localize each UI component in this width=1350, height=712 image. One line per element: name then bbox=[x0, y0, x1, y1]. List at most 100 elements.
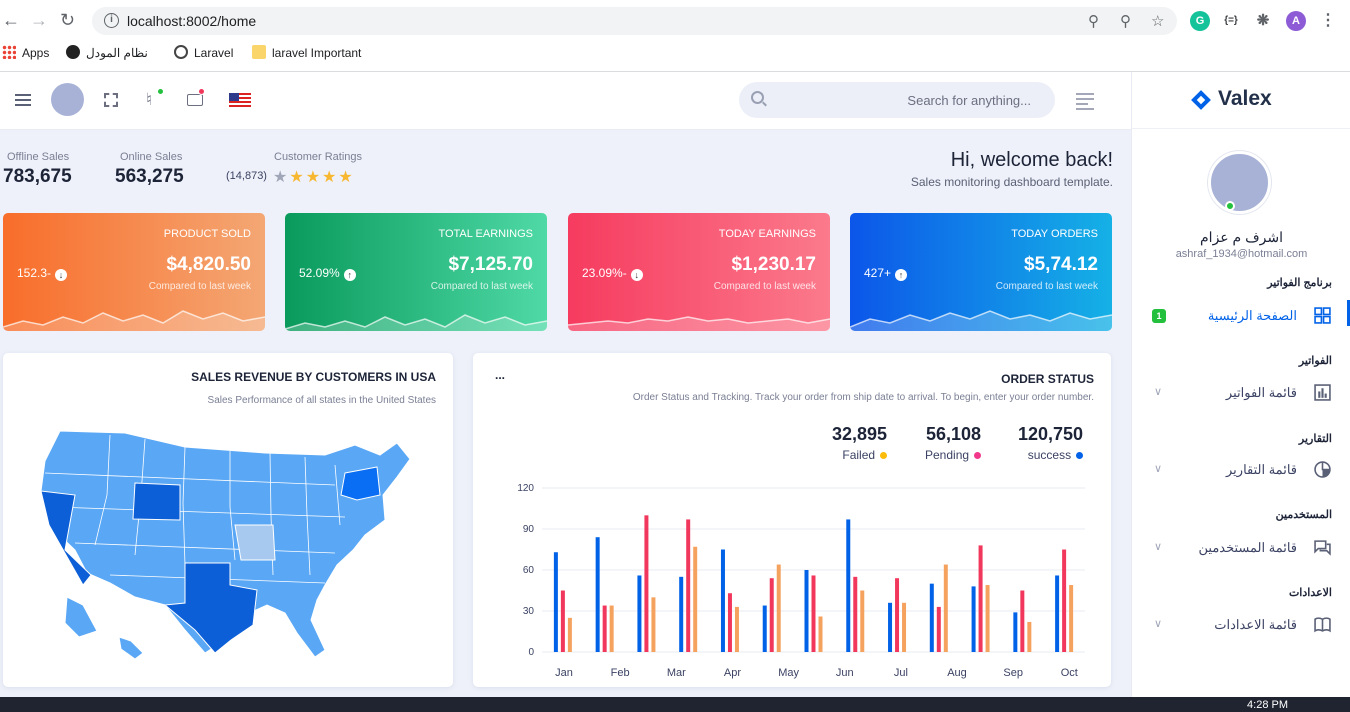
sidebar-toggle-icon[interactable] bbox=[1076, 93, 1094, 113]
key-icon[interactable]: ⚲ bbox=[1088, 12, 1099, 30]
extensions-icon[interactable]: ❋ bbox=[1253, 11, 1273, 31]
chart-bar[interactable] bbox=[1055, 575, 1060, 652]
app-header: ♮ Search for anything... bbox=[0, 72, 1131, 130]
chart-bar[interactable] bbox=[1062, 549, 1067, 653]
bookmark-laravel[interactable]: Laravel bbox=[174, 45, 233, 60]
header-avatar[interactable] bbox=[51, 83, 84, 116]
order-panel-subtitle: Order Status and Tracking. Track your or… bbox=[632, 392, 1094, 403]
hawaii-state[interactable] bbox=[118, 636, 144, 660]
sidebar-item-home[interactable]: 1 الصفحة الرئيسية bbox=[1132, 300, 1350, 330]
usa-map[interactable] bbox=[35, 425, 415, 661]
chart-bar[interactable] bbox=[971, 586, 976, 652]
chart-bar[interactable] bbox=[769, 578, 774, 652]
json-viewer-icon[interactable]: {=} bbox=[1221, 11, 1241, 31]
chart-bar[interactable] bbox=[609, 605, 614, 652]
profile-avatar[interactable]: A bbox=[1286, 11, 1306, 31]
chart-bar[interactable] bbox=[978, 545, 983, 652]
star-icon: ★ bbox=[305, 169, 323, 186]
chart-bar[interactable] bbox=[693, 546, 698, 652]
chart-bar[interactable] bbox=[1020, 590, 1025, 653]
sidebar-item-users[interactable]: ∨ قائمة المستخدمين bbox=[1132, 532, 1350, 562]
chart-bar[interactable] bbox=[1027, 621, 1032, 652]
chart-bar[interactable] bbox=[888, 602, 893, 652]
chart-bar[interactable] bbox=[679, 576, 684, 652]
chart-bar[interactable] bbox=[644, 515, 649, 652]
mail-icon[interactable] bbox=[187, 94, 203, 106]
chart-bar[interactable] bbox=[818, 616, 823, 652]
sidebar-item-invoices[interactable]: ∨ قائمة الفواتير bbox=[1132, 377, 1350, 407]
bookmark-moodle[interactable]: نظام المودل bbox=[66, 45, 148, 60]
chart-bar[interactable] bbox=[560, 590, 565, 653]
bookmark-laravel-important[interactable]: laravel Important bbox=[252, 45, 361, 60]
chart-bar[interactable] bbox=[936, 606, 941, 652]
grammarly-icon[interactable]: G bbox=[1190, 11, 1210, 31]
omnibox[interactable]: i localhost:8002/home ⚲ ⚲ ☆ bbox=[92, 7, 1177, 35]
product-sold-card[interactable]: PRODUCT SOLD $4,820.50 Compared to last … bbox=[3, 213, 265, 331]
search-input[interactable]: Search for anything... bbox=[739, 82, 1055, 118]
chart-bar[interactable] bbox=[720, 549, 725, 653]
card-sparkline bbox=[3, 310, 265, 331]
chart-bar[interactable] bbox=[811, 575, 816, 652]
alaska-state[interactable] bbox=[64, 596, 98, 638]
chart-bar[interactable] bbox=[846, 519, 851, 652]
fullscreen-icon[interactable] bbox=[104, 93, 118, 107]
chart-bar[interactable] bbox=[595, 537, 600, 652]
url-text[interactable]: localhost:8002/home bbox=[127, 13, 256, 29]
today-earnings-card[interactable]: TODAY EARNINGS $1,230.17 Compared to las… bbox=[568, 213, 830, 331]
x-tick-label: Jun bbox=[836, 667, 854, 679]
reload-icon[interactable]: ↻ bbox=[60, 10, 75, 30]
bookmark-star-icon[interactable]: ☆ bbox=[1151, 12, 1164, 30]
chart-bar[interactable] bbox=[727, 593, 732, 652]
search-icon[interactable] bbox=[751, 91, 764, 104]
chart-bar[interactable] bbox=[651, 597, 656, 652]
chart-bar[interactable] bbox=[943, 564, 948, 652]
sidebar-item-reports[interactable]: ∨ قائمة التقارير bbox=[1132, 454, 1350, 484]
chart-bar[interactable] bbox=[1013, 612, 1018, 652]
us-flag-icon[interactable] bbox=[229, 93, 251, 108]
hamburger-menu-icon[interactable] bbox=[15, 94, 31, 106]
zoom-icon[interactable]: ⚲ bbox=[1120, 12, 1131, 30]
chart-bar[interactable] bbox=[776, 564, 781, 652]
pie-chart-icon bbox=[1314, 461, 1331, 478]
missouri-state[interactable] bbox=[234, 524, 276, 561]
chart-bar[interactable] bbox=[762, 605, 767, 652]
card-sparkline bbox=[285, 314, 547, 331]
chart-bar[interactable] bbox=[567, 617, 572, 652]
chart-bar[interactable] bbox=[553, 552, 558, 652]
chart-bar[interactable] bbox=[637, 575, 642, 652]
notification-dot bbox=[157, 88, 164, 95]
chart-bar[interactable] bbox=[686, 519, 691, 652]
arrow-up-icon: ↑ bbox=[895, 269, 908, 281]
back-icon[interactable]: ← bbox=[2, 10, 20, 30]
chart-bar[interactable] bbox=[853, 576, 858, 652]
chart-bar[interactable] bbox=[929, 583, 934, 652]
wyoming-state[interactable] bbox=[132, 482, 181, 521]
chart-bar[interactable] bbox=[860, 590, 865, 653]
more-options-icon[interactable]: ... bbox=[495, 368, 505, 382]
online-sales-stat: Online Sales 563,275 bbox=[115, 151, 184, 187]
order-pending-stat: 56,108 Pending bbox=[925, 424, 982, 462]
page-title: Hi, welcome back! bbox=[950, 149, 1113, 171]
card-title: PRODUCT SOLD bbox=[163, 228, 251, 240]
chart-bar[interactable] bbox=[1069, 585, 1074, 652]
chart-bar[interactable] bbox=[602, 605, 607, 652]
card-title: TOTAL EARNINGS bbox=[438, 228, 533, 240]
apps-grid-icon bbox=[2, 45, 16, 59]
chart-bar[interactable] bbox=[804, 570, 809, 652]
bell-icon[interactable]: ♮ bbox=[146, 90, 152, 110]
total-earnings-card[interactable]: TOTAL EARNINGS $7,125.70 Compared to las… bbox=[285, 213, 547, 331]
card-percent: 52.09% ↑ bbox=[299, 266, 356, 281]
bookmark-apps[interactable]: Apps bbox=[2, 45, 49, 60]
profile-name: اشرف م عزام bbox=[1200, 229, 1283, 245]
card-title: TODAY ORDERS bbox=[1011, 228, 1098, 240]
today-orders-card[interactable]: TODAY ORDERS $5,74.12 Compared to last w… bbox=[850, 213, 1112, 331]
browser-menu-icon[interactable]: ⋮ bbox=[1318, 11, 1338, 31]
profile-avatar[interactable] bbox=[1208, 151, 1271, 214]
chart-bar[interactable] bbox=[902, 602, 907, 652]
sidebar-item-settings[interactable]: ∨ قائمة الاعدادات bbox=[1132, 609, 1350, 639]
site-info-icon[interactable]: i bbox=[104, 13, 119, 28]
chart-bar[interactable] bbox=[734, 606, 739, 652]
chart-bar[interactable] bbox=[895, 578, 900, 652]
forward-icon[interactable]: → bbox=[30, 10, 48, 30]
chart-bar[interactable] bbox=[985, 585, 990, 652]
